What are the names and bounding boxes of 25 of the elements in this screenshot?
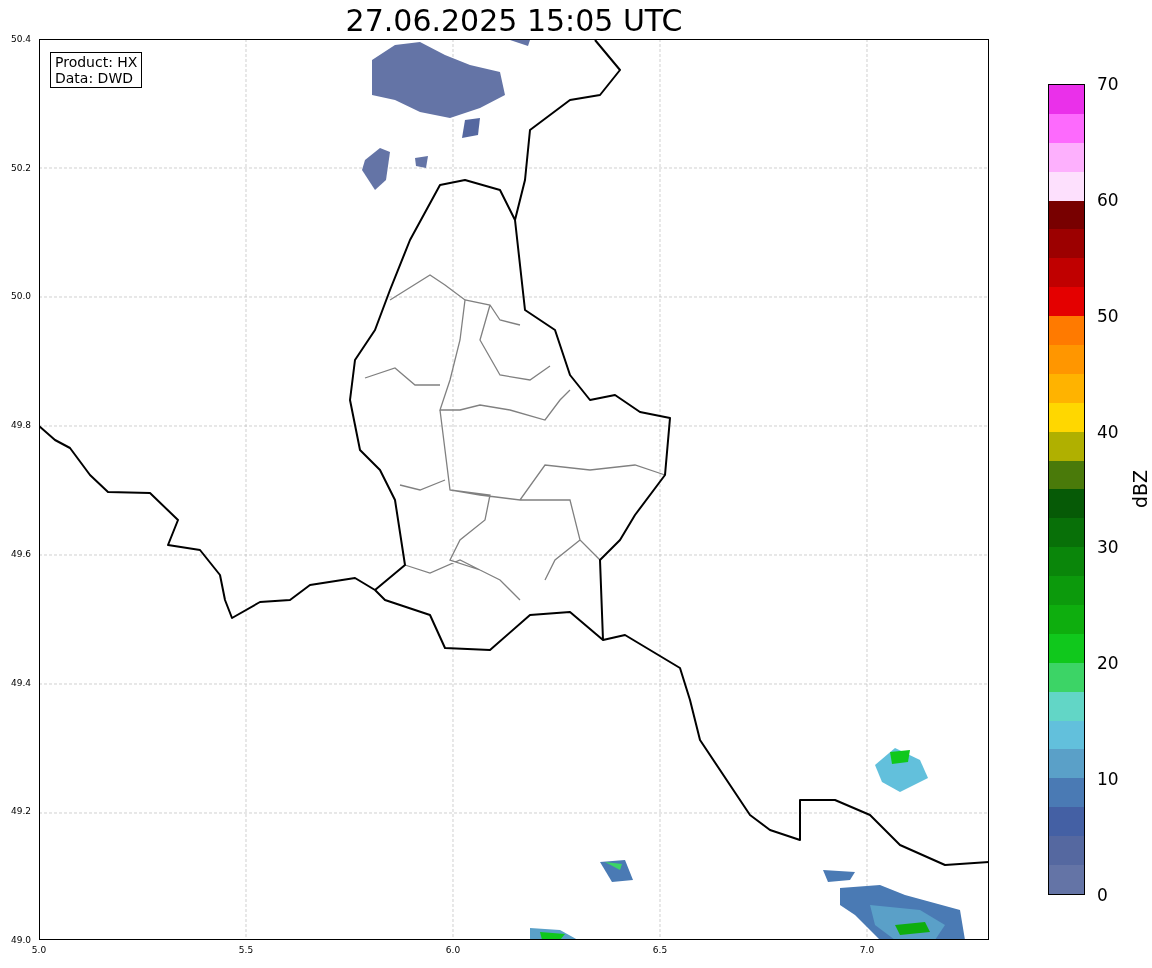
y-axis-tick-label: 49.2 (10, 806, 31, 817)
chart-title: 27.06.2025 15:05 UTC (345, 3, 683, 39)
colorbar-tick-label: 10 (1097, 769, 1119, 790)
colorbar-tick-label: 70 (1097, 74, 1119, 94)
colorbar-label: dBZ (1129, 469, 1152, 509)
colorbar-tick-label: 20 (1097, 653, 1119, 674)
info-text: Product: HX (55, 54, 138, 70)
x-axis-tick-label: 6.0 (445, 945, 461, 955)
info-text: Data: DWD (55, 70, 134, 86)
y-axis-tick-label: 50.4 (10, 34, 31, 44)
y-axis-tick-label: 50.2 (10, 162, 31, 173)
y-axis-tick-label: 49.6 (10, 548, 31, 559)
y-axis-tick-label: 49.8 (10, 420, 31, 431)
y-axis-tick-label: 49.0 (10, 935, 31, 945)
colorbar-tick-label: 40 (1097, 421, 1119, 442)
x-axis-tick-label: 7.0 (859, 945, 875, 955)
colorbar-tick-label: 60 (1097, 189, 1119, 210)
y-axis-tick-label: 50.0 (10, 291, 31, 302)
colorbar-tick-label: 30 (1097, 537, 1119, 558)
x-axis-tick-label: 5.5 (238, 945, 254, 955)
colorbar-tick-label: 0 (1097, 885, 1108, 905)
x-axis-tick-label: 6.5 (652, 945, 668, 955)
y-axis-tick-label: 49.4 (10, 677, 31, 688)
x-axis-tick-label: 5.0 (31, 945, 47, 955)
colorbar-tick-label: 50 (1097, 305, 1119, 326)
